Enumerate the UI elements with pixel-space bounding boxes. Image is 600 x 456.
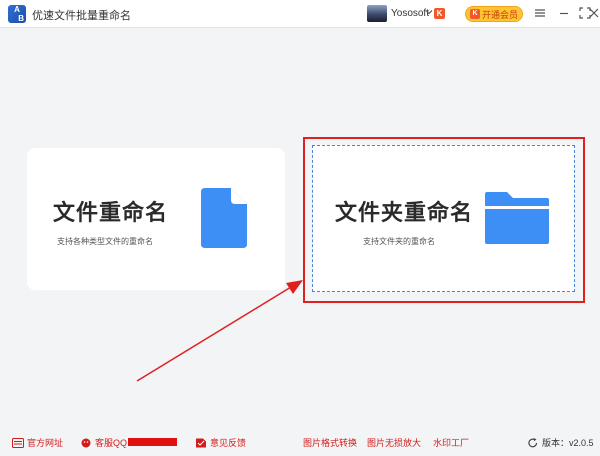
- image-format-convert-link[interactable]: 图片格式转换: [303, 436, 357, 449]
- image-format-convert-label: 图片格式转换: [303, 438, 358, 448]
- logo-letter-b: B: [18, 14, 24, 23]
- feedback-link[interactable]: 意见反馈: [195, 436, 246, 449]
- version-label: 版本：v2.0.5: [542, 438, 594, 448]
- folder-rename-card[interactable]: 文件夹重命名 支持文件夹的重命名: [312, 145, 575, 292]
- file-icon: [201, 188, 247, 248]
- version-info[interactable]: 版本：v2.0.5: [527, 436, 594, 449]
- watermark-factory-link[interactable]: 水印工厂: [433, 436, 469, 449]
- watermark-factory-label: 水印工厂: [433, 438, 470, 448]
- username[interactable]: Yososoft: [391, 8, 429, 19]
- menu-icon[interactable]: [533, 6, 547, 20]
- file-rename-card[interactable]: 文件重命名 支持各种类型文件的重命名: [27, 148, 285, 290]
- open-vip-label: 开通会员: [481, 9, 518, 20]
- footer-bar: 官方网址 客服QQ 意见反馈 图片格式转换 图片无损放大 水印工厂 版本：v2.…: [0, 428, 600, 456]
- vip-status-icon: K: [434, 8, 445, 19]
- customer-service-qq-link[interactable]: 客服QQ: [80, 436, 127, 449]
- title-bar: A B 优速文件批量重命名 Yososoft K K 开通会员: [0, 0, 600, 28]
- image-lossless-enlarge-link[interactable]: 图片无损放大: [367, 436, 421, 449]
- official-site-link[interactable]: 官方网址: [12, 436, 63, 449]
- customer-service-qq-label: 客服QQ: [95, 438, 128, 448]
- redacted-qq-number: [128, 438, 177, 446]
- feedback-label: 意见反馈: [210, 438, 247, 448]
- file-rename-subtitle: 支持各种类型文件的重命名: [57, 237, 153, 246]
- user-avatar[interactable]: [367, 5, 387, 22]
- website-icon: [12, 437, 24, 448]
- vip-icon: K: [469, 9, 480, 19]
- close-icon[interactable]: [587, 6, 600, 20]
- file-rename-title: 文件重命名: [53, 201, 169, 226]
- folder-rename-subtitle: 支持文件夹的重命名: [363, 237, 435, 246]
- chevron-down-icon[interactable]: [425, 8, 433, 16]
- refresh-icon: [528, 437, 538, 447]
- official-site-label: 官方网址: [27, 438, 64, 448]
- minimize-icon[interactable]: [557, 6, 571, 20]
- folder-icon: [485, 192, 549, 244]
- logo-letter-a: A: [14, 5, 20, 14]
- feedback-icon: [196, 438, 206, 447]
- image-lossless-enlarge-label: 图片无损放大: [367, 438, 422, 448]
- folder-rename-title: 文件夹重命名: [335, 201, 474, 226]
- open-vip-button[interactable]: K 开通会员: [465, 6, 523, 22]
- app-logo: A B: [8, 5, 26, 23]
- app-title: 优速文件批量重命名: [32, 10, 131, 22]
- qq-icon: [81, 438, 91, 447]
